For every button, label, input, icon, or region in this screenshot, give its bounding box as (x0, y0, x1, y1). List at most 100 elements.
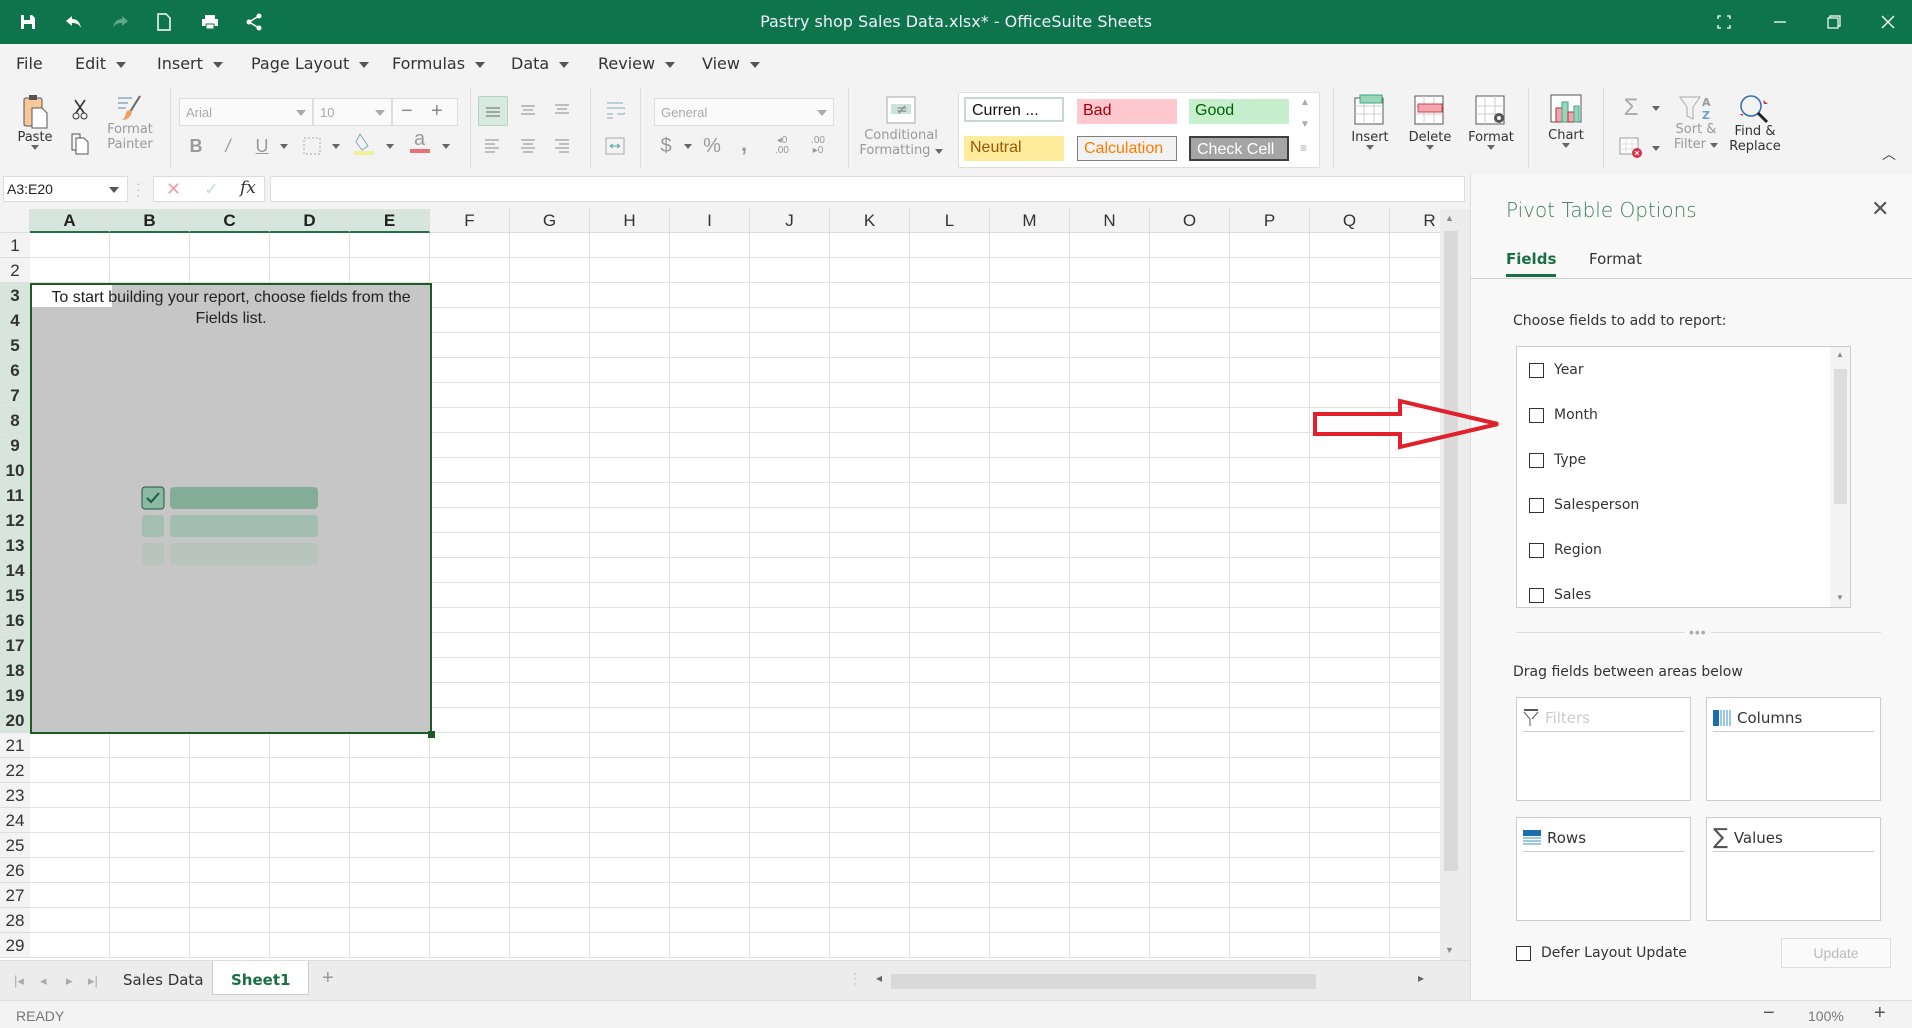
align-middle-icon[interactable] (514, 96, 542, 124)
row-header-3[interactable]: 3 (0, 283, 30, 308)
menu-view[interactable]: View (702, 54, 760, 73)
row-header-1[interactable]: 1 (0, 233, 30, 258)
row-header-18[interactable]: 18 (0, 658, 30, 683)
format-cells-button[interactable]: Format (1466, 94, 1516, 150)
align-right-icon[interactable] (548, 132, 576, 160)
column-header-k[interactable]: K (830, 209, 910, 233)
name-box[interactable]: A3:E20 (3, 176, 128, 202)
defer-layout-update[interactable]: Defer Layout Update (1516, 945, 1687, 961)
add-sheet-button[interactable]: + (322, 967, 334, 990)
column-header-o[interactable]: O (1150, 209, 1230, 233)
column-header-g[interactable]: G (510, 209, 590, 233)
field-month[interactable]: Month (1529, 407, 1598, 423)
select-all-corner[interactable] (0, 209, 30, 233)
row-header-29[interactable]: 29 (0, 933, 30, 958)
close-panel-icon[interactable]: ✕ (1871, 196, 1889, 222)
row-header-5[interactable]: 5 (0, 333, 30, 358)
caret-down-icon[interactable] (432, 132, 460, 160)
row-header-12[interactable]: 12 (0, 508, 30, 533)
column-header-l[interactable]: L (910, 209, 990, 233)
percent-icon[interactable]: % (698, 132, 726, 160)
merge-cells-icon[interactable] (601, 132, 629, 160)
style-bad[interactable]: Bad (1077, 99, 1177, 124)
menu-formulas[interactable]: Formulas (392, 54, 486, 73)
scroll-down-icon[interactable]: ▼ (1836, 593, 1844, 602)
comma-style-icon[interactable]: , (730, 130, 758, 158)
column-header-e[interactable]: E (350, 209, 430, 233)
field-type[interactable]: Type (1529, 452, 1586, 468)
tab-fields[interactable]: Fields (1506, 250, 1557, 277)
resize-handle-icon[interactable]: ••• (1685, 624, 1711, 640)
gallery-up-icon[interactable]: ▲ (1300, 97, 1310, 108)
checkbox[interactable] (1529, 452, 1544, 468)
field-year[interactable]: Year (1529, 362, 1584, 378)
confirm-icon[interactable]: ✓ (204, 179, 219, 200)
column-header-a[interactable]: A (30, 209, 110, 233)
row-header-6[interactable]: 6 (0, 358, 30, 383)
first-sheet-icon[interactable]: |◂ (14, 973, 24, 989)
cut-icon[interactable] (66, 96, 94, 124)
insert-cells-button[interactable]: Insert (1348, 94, 1392, 150)
spreadsheet-grid[interactable]: A B C D E F G H I J K L M N O P Q R 1 2 3 4 5 6 7 8 9 10 11 12 13 14 15 1… (0, 209, 1440, 960)
update-button[interactable]: Update (1781, 938, 1891, 968)
column-header-r[interactable]: R (1390, 209, 1440, 233)
restore-icon[interactable] (1819, 10, 1849, 34)
chart-button[interactable]: Chart (1544, 94, 1588, 148)
caret-down-icon[interactable] (376, 132, 404, 160)
sort-filter-button[interactable]: AZ Sort & Filter (1672, 94, 1720, 152)
field-region[interactable]: Region (1529, 542, 1602, 558)
conditional-formatting-button[interactable]: ≠ Conditional Formatting (858, 96, 944, 158)
drag-handle-icon[interactable]: · · · (136, 176, 141, 202)
row-header-9[interactable]: 9 (0, 433, 30, 458)
checkbox[interactable] (1516, 945, 1531, 961)
column-header-c[interactable]: C (190, 209, 270, 233)
scroll-down-icon[interactable]: ▼ (1445, 945, 1454, 955)
row-header-10[interactable]: 10 (0, 458, 30, 483)
caret-down-icon[interactable] (1642, 94, 1670, 122)
paste-button[interactable]: Paste (14, 94, 56, 150)
decrease-decimal-icon[interactable]: .00 ▸0 (804, 132, 832, 160)
horizontal-scrollbar-thumb[interactable] (891, 974, 1316, 989)
decrease-font-icon[interactable]: − (401, 100, 413, 123)
row-header-22[interactable]: 22 (0, 758, 30, 783)
menu-review[interactable]: Review (598, 54, 676, 73)
row-header-26[interactable]: 26 (0, 858, 30, 883)
row-header-19[interactable]: 19 (0, 683, 30, 708)
menu-insert[interactable]: Insert (157, 54, 223, 73)
number-format-select[interactable]: General (654, 98, 834, 126)
scroll-up-icon[interactable]: ▲ (1445, 213, 1454, 223)
row-header-15[interactable]: 15 (0, 583, 30, 608)
checkbox[interactable] (1529, 362, 1544, 378)
bold-icon[interactable]: B (182, 132, 210, 160)
zoom-out-button[interactable]: − (1763, 1002, 1775, 1025)
row-header-14[interactable]: 14 (0, 558, 30, 583)
column-header-b[interactable]: B (110, 209, 190, 233)
scrollbar-thumb[interactable] (1444, 231, 1458, 871)
caret-down-icon[interactable] (270, 132, 298, 160)
zoom-in-button[interactable]: + (1874, 1002, 1886, 1025)
collapse-ribbon-icon[interactable]: ︿ (1882, 144, 1896, 164)
sheet-tab-sheet1[interactable]: Sheet1 (212, 961, 310, 995)
row-header-21[interactable]: 21 (0, 733, 30, 758)
clear-icon[interactable] (1617, 134, 1645, 162)
row-header-20[interactable]: 20 (0, 708, 30, 733)
row-header-13[interactable]: 13 (0, 533, 30, 558)
checkbox[interactable] (1529, 497, 1544, 513)
style-check-cell[interactable]: Check Cell (1189, 136, 1289, 161)
gallery-expand-icon[interactable]: ≡ (1300, 141, 1307, 155)
columns-area[interactable]: Columns (1706, 697, 1881, 801)
values-area[interactable]: ∑ Values (1706, 817, 1881, 921)
align-top-icon[interactable] (478, 96, 508, 126)
caret-down-icon[interactable] (1642, 134, 1670, 162)
menu-page-layout[interactable]: Page Layout (251, 54, 370, 73)
row-header-8[interactable]: 8 (0, 408, 30, 433)
increase-font-icon[interactable]: + (431, 100, 443, 123)
column-header-j[interactable]: J (750, 209, 830, 233)
align-center-icon[interactable] (514, 132, 542, 160)
scroll-left-icon[interactable]: ◂ (876, 971, 882, 985)
filters-area[interactable]: Filters (1516, 697, 1691, 801)
row-header-7[interactable]: 7 (0, 383, 30, 408)
style-neutral[interactable]: Neutral (964, 136, 1064, 161)
gallery-down-icon[interactable]: ▼ (1300, 119, 1310, 130)
column-header-h[interactable]: H (590, 209, 670, 233)
